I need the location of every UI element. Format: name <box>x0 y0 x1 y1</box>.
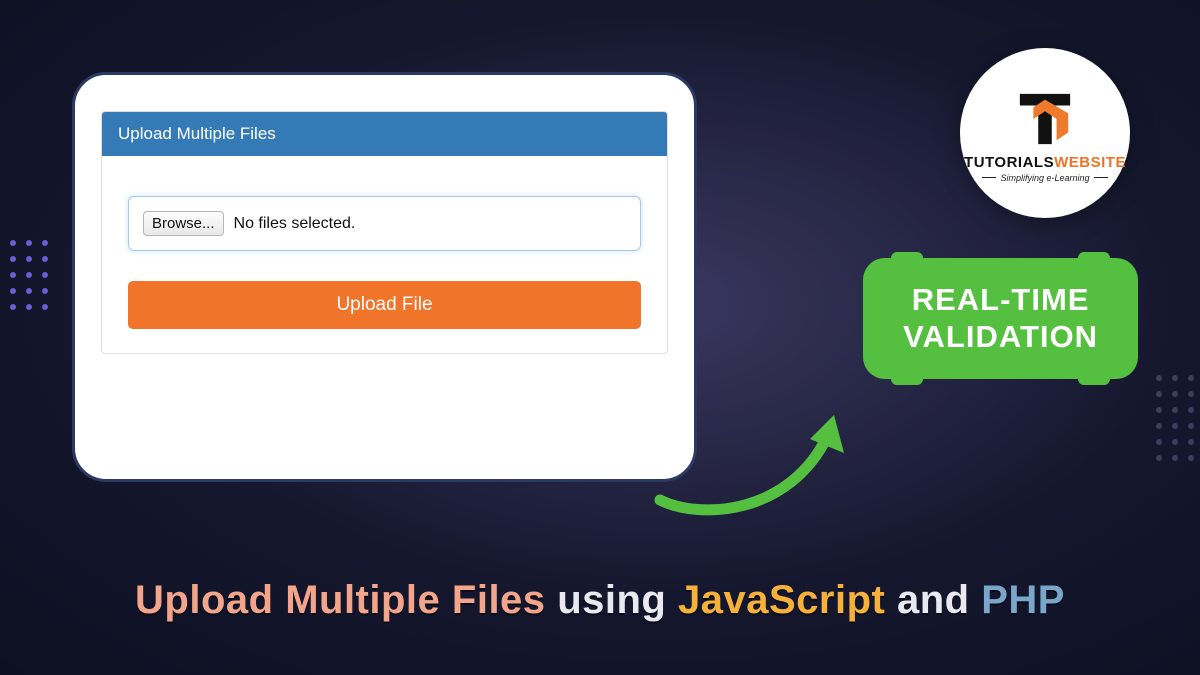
realtime-validation-callout: REAL-TIME VALIDATION <box>863 258 1138 379</box>
callout-line-1: REAL-TIME <box>903 282 1098 319</box>
callout-line-2: VALIDATION <box>903 319 1098 356</box>
upload-card: Upload Multiple Files Browse... No files… <box>72 72 697 482</box>
file-selected-status: No files selected. <box>234 215 356 233</box>
title-part-using: using <box>557 578 666 622</box>
brand-name: TUTORIALSWEBSITE <box>964 154 1126 171</box>
brand-logo-mark-icon <box>1016 90 1074 148</box>
title-part-php: PHP <box>981 578 1065 622</box>
browse-button[interactable]: Browse... <box>143 211 224 236</box>
panel-body: Browse... No files selected. Upload File <box>102 156 667 353</box>
decorative-dots-left <box>0 240 48 310</box>
brand-tagline: Simplifying e-Learning <box>982 173 1107 183</box>
panel-title: Upload Multiple Files <box>102 112 667 156</box>
title-part-and: and <box>897 578 970 622</box>
upload-button[interactable]: Upload File <box>128 281 641 329</box>
title-part-js: JavaScript <box>678 578 885 622</box>
brand-name-right: WEBSITE <box>1054 154 1126 171</box>
title-part-upload: Upload Multiple Files <box>135 578 546 622</box>
brand-name-left: TUTORIALS <box>964 154 1054 171</box>
page-title: Upload Multiple Files using JavaScript a… <box>0 578 1200 623</box>
file-input-group[interactable]: Browse... No files selected. <box>128 196 641 251</box>
upload-panel: Upload Multiple Files Browse... No files… <box>101 111 668 354</box>
decorative-dots-right <box>1156 375 1200 461</box>
brand-logo-badge: TUTORIALSWEBSITE Simplifying e-Learning <box>960 48 1130 218</box>
